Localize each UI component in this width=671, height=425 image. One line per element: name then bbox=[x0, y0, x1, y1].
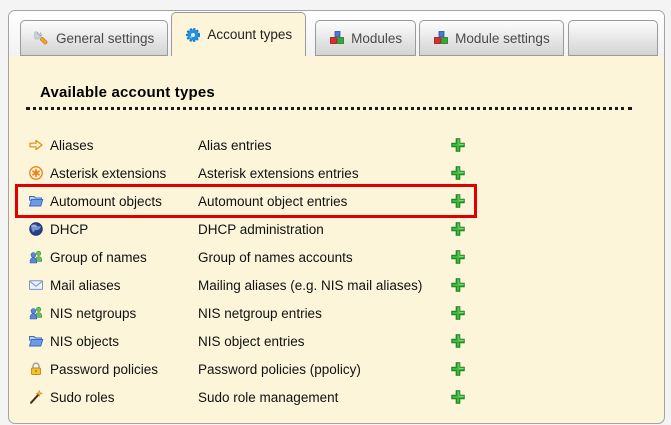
plus-icon bbox=[450, 389, 466, 405]
account-type-description: Alias entries bbox=[198, 138, 450, 153]
account-type-description: NIS object entries bbox=[198, 334, 450, 349]
tab-module-settings[interactable]: Module settings bbox=[419, 20, 564, 56]
account-type-row: Sudo roles Sudo role management bbox=[26, 383, 467, 411]
add-account-type-button[interactable] bbox=[450, 193, 466, 209]
folder-open-icon bbox=[28, 333, 44, 349]
account-type-name: Asterisk extensions bbox=[50, 166, 198, 181]
modules-blocks-icon bbox=[329, 30, 345, 46]
alias-arrow-icon bbox=[28, 137, 44, 153]
account-type-name: NIS objects bbox=[50, 334, 198, 349]
account-type-description: DHCP administration bbox=[198, 222, 450, 237]
account-type-name: Password policies bbox=[50, 362, 198, 377]
account-type-row: Asterisk extensions Asterisk extensions … bbox=[26, 159, 467, 187]
account-type-row: Password policies Password policies (ppo… bbox=[26, 355, 467, 383]
settings-window: General settings Account types bbox=[8, 10, 665, 424]
account-type-description: Password policies (ppolicy) bbox=[198, 362, 450, 377]
account-type-row-highlighted: Automount objects Automount object entri… bbox=[26, 187, 467, 215]
account-type-row: NIS objects NIS object entries bbox=[26, 327, 467, 355]
tab-label: General settings bbox=[56, 31, 154, 46]
tab-bar: General settings Account types bbox=[9, 11, 664, 56]
account-type-name: NIS netgroups bbox=[50, 306, 198, 321]
plus-icon bbox=[450, 193, 466, 209]
add-account-type-button[interactable] bbox=[450, 389, 466, 405]
plus-icon bbox=[450, 249, 466, 265]
gear-badge-icon bbox=[185, 27, 201, 43]
plus-icon bbox=[450, 277, 466, 293]
plus-icon bbox=[450, 305, 466, 321]
account-type-description: Mailing aliases (e.g. NIS mail aliases) bbox=[198, 278, 450, 293]
account-type-row: DHCP DHCP administration bbox=[26, 215, 467, 243]
plus-icon bbox=[450, 361, 466, 377]
account-type-name: Mail aliases bbox=[50, 278, 198, 293]
account-type-name: Aliases bbox=[50, 138, 198, 153]
folder-open-icon bbox=[28, 193, 44, 209]
account-type-name: Sudo roles bbox=[50, 390, 198, 405]
account-type-description: Group of names accounts bbox=[198, 250, 450, 265]
add-account-type-button[interactable] bbox=[450, 165, 466, 181]
account-type-row: Group of names Group of names accounts bbox=[26, 243, 467, 271]
tab-general-settings[interactable]: General settings bbox=[20, 20, 168, 56]
asterisk-circle-icon bbox=[28, 165, 44, 181]
tab-modules[interactable]: Modules bbox=[315, 20, 416, 56]
add-account-type-button[interactable] bbox=[450, 305, 466, 321]
padlock-icon bbox=[28, 361, 44, 377]
modules-blocks-icon bbox=[433, 30, 449, 46]
tab-account-types[interactable]: Account types bbox=[171, 12, 306, 56]
add-account-type-button[interactable] bbox=[450, 277, 466, 293]
plus-icon bbox=[450, 137, 466, 153]
two-persons-icon bbox=[28, 305, 44, 321]
tab-label: Account types bbox=[207, 27, 292, 42]
wrench-icon bbox=[34, 30, 50, 46]
account-type-row: Aliases Alias entries bbox=[26, 131, 467, 159]
plus-icon bbox=[450, 333, 466, 349]
wand-icon bbox=[28, 389, 44, 405]
account-type-list: Aliases Alias entries bbox=[26, 131, 664, 411]
plus-icon bbox=[450, 221, 466, 237]
add-account-type-button[interactable] bbox=[450, 137, 466, 153]
account-type-name: Group of names bbox=[50, 250, 198, 265]
account-type-description: Automount object entries bbox=[198, 194, 450, 209]
account-type-name: Automount objects bbox=[50, 194, 198, 209]
tab-label: Module settings bbox=[455, 31, 550, 46]
two-persons-icon bbox=[28, 249, 44, 265]
add-account-type-button[interactable] bbox=[450, 361, 466, 377]
account-type-description: Asterisk extensions entries bbox=[198, 166, 450, 181]
account-type-description: Sudo role management bbox=[198, 390, 450, 405]
add-account-type-button[interactable] bbox=[450, 221, 466, 237]
add-account-type-button[interactable] bbox=[450, 249, 466, 265]
section-heading: Available account types bbox=[26, 84, 632, 110]
account-type-description: NIS netgroup entries bbox=[198, 306, 450, 321]
envelope-icon bbox=[28, 277, 44, 293]
tab-label: Modules bbox=[351, 31, 402, 46]
globe-icon bbox=[28, 221, 44, 237]
account-type-name: DHCP bbox=[50, 222, 198, 237]
add-account-type-button[interactable] bbox=[450, 333, 466, 349]
account-type-row: NIS netgroups NIS netgroup entries bbox=[26, 299, 467, 327]
tab-bar-filler bbox=[568, 20, 658, 56]
plus-icon bbox=[450, 165, 466, 181]
account-type-row: Mail aliases Mailing aliases (e.g. NIS m… bbox=[26, 271, 467, 299]
